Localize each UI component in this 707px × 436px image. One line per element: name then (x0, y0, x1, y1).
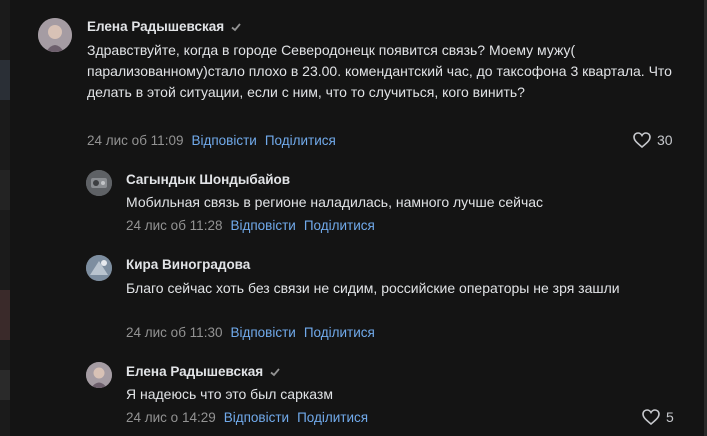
comment-text: Мобильная связь в регионе наладилась, на… (126, 194, 544, 210)
share-link[interactable]: Поділитися (265, 133, 336, 148)
reply-link[interactable]: Відповісти (224, 410, 289, 425)
comment-meta: 24 лис о 14:29 Відповісти Поділитися (126, 410, 368, 425)
comment-author[interactable]: Елена Радышевская (87, 19, 242, 34)
strip-thumb (0, 60, 10, 100)
author-name[interactable]: Кира Виноградова (126, 257, 250, 272)
author-name[interactable]: Елена Радышевская (126, 364, 263, 379)
heart-icon (633, 132, 651, 148)
comment-author[interactable]: Елена Радышевская (126, 364, 281, 379)
person-photo-icon (86, 255, 112, 281)
comment-meta: 24 лис об 11:09 Відповісти Поділитися (87, 133, 336, 148)
heart-icon (642, 409, 660, 425)
avatar[interactable] (38, 18, 72, 52)
person-photo-icon (86, 362, 112, 388)
reply-link[interactable]: Відповісти (230, 325, 295, 340)
share-link[interactable]: Поділитися (304, 325, 375, 340)
avatar[interactable] (86, 255, 112, 281)
comment-text: Благо сейчас хоть без связи не сидим, ро… (126, 280, 620, 296)
like-count: 5 (666, 409, 674, 425)
author-name[interactable]: Елена Радышевская (87, 19, 224, 34)
comment-date[interactable]: 24 лис об 11:30 (126, 325, 222, 340)
comment-date[interactable]: 24 лис об 11:28 (126, 218, 222, 233)
verified-check-icon (230, 21, 242, 33)
verified-check-icon (269, 366, 281, 378)
like-button[interactable]: 30 (633, 132, 673, 148)
comment-text: Я надеюсь что это был сарказм (126, 386, 333, 402)
left-edge-panel (0, 0, 10, 436)
share-link[interactable]: Поділитися (304, 218, 375, 233)
comment-author[interactable]: Сагындык Шондыбайов (126, 172, 290, 187)
reply-link[interactable]: Відповісти (230, 218, 295, 233)
avatar[interactable] (86, 170, 112, 196)
author-name[interactable]: Сагындык Шондыбайов (126, 172, 290, 187)
strip-thumb (0, 290, 10, 340)
comment-meta: 24 лис об 11:28 Відповісти Поділитися (126, 218, 375, 233)
reply-link[interactable]: Відповісти (191, 133, 256, 148)
comment-meta: 24 лис об 11:30 Відповісти Поділитися (126, 325, 375, 340)
strip-thumb (0, 170, 10, 210)
like-button[interactable]: 5 (642, 409, 674, 425)
comment-text: Здравствуйте, когда в городе Северодонец… (87, 42, 672, 100)
person-photo-icon (86, 170, 112, 196)
avatar[interactable] (86, 362, 112, 388)
like-count: 30 (657, 132, 673, 148)
comment-author[interactable]: Кира Виноградова (126, 257, 250, 272)
comment-date[interactable]: 24 лис о 14:29 (126, 410, 216, 425)
comment-date[interactable]: 24 лис об 11:09 (87, 133, 183, 148)
person-photo-icon (38, 18, 72, 52)
strip-thumb (0, 370, 10, 400)
share-link[interactable]: Поділитися (297, 410, 368, 425)
